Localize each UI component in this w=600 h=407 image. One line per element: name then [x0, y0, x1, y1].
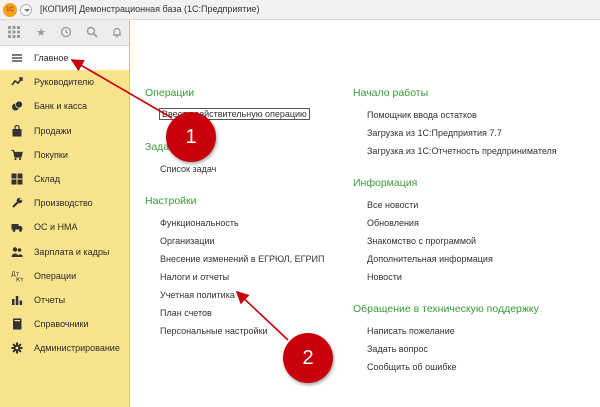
- main-panel: Операции Ввести действительную операцию …: [131, 20, 600, 407]
- sidebar-item-label: Отчеты: [34, 294, 66, 305]
- sidebar-item-label: Администрирование: [34, 343, 120, 354]
- link-personal-settings[interactable]: Персональные настройки: [160, 326, 268, 336]
- sidebar-item-label: Производство: [34, 198, 93, 209]
- link-import-entrepreneur[interactable]: Загрузка из 1С:Отчетность предпринимател…: [367, 146, 557, 156]
- sidebar-item-label: Главное: [34, 53, 69, 63]
- sidebar-item-manager[interactable]: Руководителю: [0, 70, 129, 94]
- sidebar-item-reports[interactable]: Отчеты: [0, 288, 129, 312]
- link-updates[interactable]: Обновления: [367, 218, 419, 228]
- sidebar-item-references[interactable]: Справочники: [0, 312, 129, 336]
- apps-grid-icon[interactable]: [7, 26, 21, 40]
- link-report-error[interactable]: Сообщить об ошибке: [367, 362, 457, 372]
- main-menu-button[interactable]: [20, 4, 32, 16]
- trend-icon: [11, 77, 23, 86]
- book-icon: [13, 318, 22, 330]
- section-title-support: Обращение в техническую поддержку: [353, 303, 539, 315]
- window-title: [КОПИЯ] Демонстрационная база (1С:Предпр…: [40, 4, 260, 14]
- link-all-news[interactable]: Все новости: [367, 200, 418, 210]
- menu-lines-icon: [12, 54, 22, 62]
- link-organizations[interactable]: Организации: [160, 236, 214, 246]
- truck-icon: [11, 224, 23, 233]
- sidebar-item-administration[interactable]: Администрирование: [0, 336, 129, 360]
- svg-text:Кт: Кт: [16, 276, 23, 282]
- sidebar-item-label: Покупки: [34, 149, 68, 160]
- annotation-badge-2: 2: [283, 333, 333, 383]
- link-getting-acquainted[interactable]: Знакомство с программой: [367, 236, 476, 246]
- sidebar-item-label: Руководителю: [34, 77, 95, 88]
- sidebar-item-payroll[interactable]: Зарплата и кадры: [0, 240, 129, 264]
- notifications-bell-icon[interactable]: [110, 26, 124, 40]
- bar-chart-icon: [12, 295, 23, 305]
- history-icon[interactable]: [59, 26, 73, 40]
- link-taxes-reports[interactable]: Налоги и отчеты: [160, 272, 229, 282]
- section-title-operations: Операции: [145, 87, 195, 99]
- shopping-bag-icon: [12, 124, 22, 137]
- section-title-getting-started: Начало работы: [353, 87, 429, 99]
- link-import-77[interactable]: Загрузка из 1С:Предприятия 7.7: [367, 128, 502, 138]
- sidebar-item-label: Банк и касса: [34, 101, 87, 112]
- sidebar-item-bank[interactable]: Банк и касса: [0, 94, 129, 118]
- link-ask-question[interactable]: Задать вопрос: [367, 344, 428, 354]
- coins-icon: [12, 100, 23, 111]
- sidebar-item-label: Продажи: [34, 125, 72, 136]
- sidebar-item-sales[interactable]: Продажи: [0, 119, 129, 143]
- sidebar-item-warehouse[interactable]: Склад: [0, 167, 129, 191]
- sidebar-item-label: Справочники: [34, 319, 89, 330]
- sidebar-item-main[interactable]: Главное: [0, 46, 129, 71]
- section-title-settings: Настройки: [145, 195, 197, 207]
- wrench-icon: [12, 197, 23, 208]
- link-additional-info[interactable]: Дополнительная информация: [367, 254, 493, 264]
- link-functionality[interactable]: Функциональность: [160, 218, 239, 228]
- section-title-information: Информация: [353, 177, 418, 189]
- sidebar-item-fixed-assets[interactable]: ОС и НМА: [0, 215, 129, 239]
- sidebar-item-production[interactable]: Производство: [0, 191, 129, 215]
- link-write-wish[interactable]: Написать пожелание: [367, 326, 455, 336]
- app-logo-icon[interactable]: 1С: [3, 3, 17, 17]
- favorites-star-icon[interactable]: ★: [34, 26, 48, 40]
- dt-kt-icon: ДтКт: [11, 271, 23, 282]
- link-egrul-changes[interactable]: Внесение изменений в ЕГРЮЛ, ЕГРИП: [160, 254, 324, 264]
- title-bar: 1С [КОПИЯ] Демонстрационная база (1С:Пре…: [0, 0, 600, 20]
- sidebar-item-label: Зарплата и кадры: [34, 246, 110, 257]
- sidebar-item-operations[interactable]: Дт Кт Операции: [0, 264, 129, 288]
- gear-icon: [11, 342, 23, 354]
- cart-icon: [11, 149, 23, 160]
- sidebar: ★ Главное Руководителю Банк и касса Прод…: [0, 20, 130, 407]
- warehouse-grid-icon: [11, 173, 23, 185]
- link-balance-wizard[interactable]: Помощник ввода остатков: [367, 110, 477, 120]
- people-icon: [11, 246, 23, 257]
- link-task-list[interactable]: Список задач: [160, 164, 216, 174]
- sidebar-item-label: Склад: [34, 173, 61, 184]
- link-chart-of-accounts[interactable]: План счетов: [160, 308, 212, 318]
- sidebar-item-label: ОС и НМА: [34, 222, 78, 233]
- link-accounting-policy[interactable]: Учетная политика: [160, 290, 235, 300]
- search-icon[interactable]: [85, 26, 99, 40]
- link-news[interactable]: Новости: [367, 272, 402, 282]
- sidebar-item-purchases[interactable]: Покупки: [0, 143, 129, 167]
- sidebar-item-label: Операции: [34, 270, 77, 281]
- sidebar-toolbar: ★: [0, 20, 129, 46]
- annotation-badge-1: 1: [166, 112, 216, 162]
